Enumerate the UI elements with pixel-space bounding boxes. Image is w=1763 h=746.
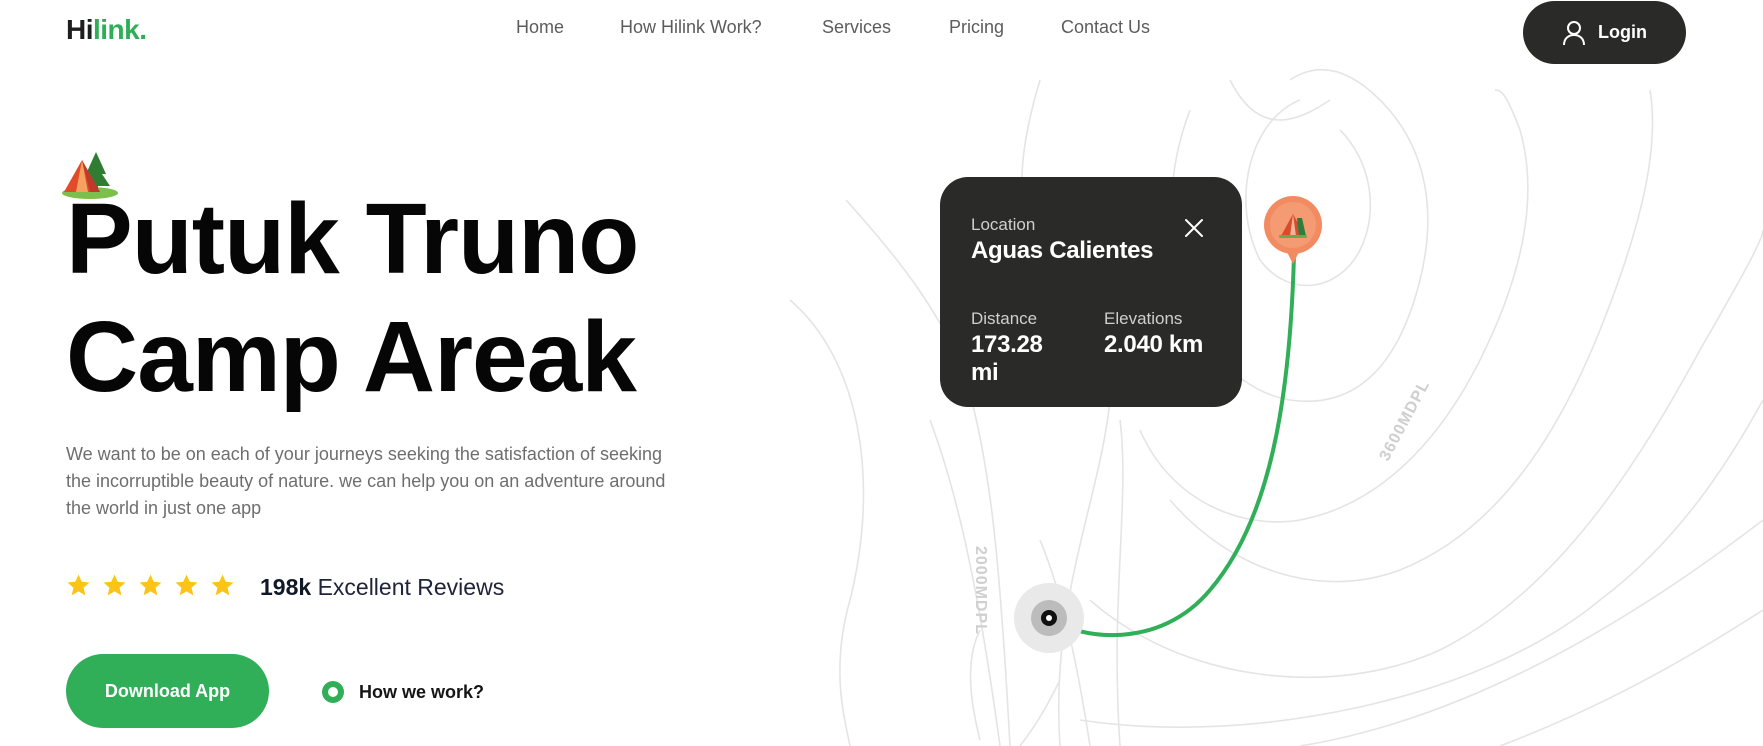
logo-text-link: link. <box>93 14 147 45</box>
logo-text-hi: Hi <box>66 14 94 45</box>
star-icon <box>175 574 198 596</box>
nav-item-contact-us[interactable]: Contact Us <box>1061 17 1150 38</box>
nav-item-services[interactable]: Services <box>822 17 891 38</box>
login-button[interactable]: Login <box>1523 1 1686 64</box>
rating-stars <box>66 573 235 598</box>
reviews-count: 198k <box>260 574 312 600</box>
brand-logo[interactable]: Hilink. <box>66 14 147 46</box>
star-icon <box>139 574 162 596</box>
nav-item-pricing[interactable]: Pricing <box>949 17 1004 38</box>
user-icon <box>1563 20 1585 45</box>
contour-label-2000: 2000MDPL <box>972 546 989 635</box>
location-info-card: Location Aguas Calientes Distance 173.28… <box>940 177 1242 407</box>
reviews-summary: 198k Excellent Reviews <box>260 574 504 601</box>
contour-label-3600: 3600MDPL <box>1377 377 1434 463</box>
destination-pin[interactable] <box>1264 196 1322 264</box>
nav-item-home[interactable]: Home <box>516 17 564 38</box>
nav-item-how-it-works[interactable]: How Hilink Work? <box>620 17 762 38</box>
distance-label: Distance <box>971 309 1038 328</box>
hero-title: Putuk Truno Camp Areak <box>66 180 639 416</box>
elevation-label: Elevations <box>1104 309 1183 328</box>
hero-description: We want to be on each of your journeys s… <box>66 444 666 518</box>
how-we-work-link[interactable]: How we work? <box>321 680 484 704</box>
star-icon <box>211 574 234 596</box>
hero-title-line-1: Putuk Truno <box>66 183 639 295</box>
elevation-value: 2.040 km <box>1104 331 1204 358</box>
how-we-work-label: How we work? <box>359 681 485 702</box>
close-icon[interactable] <box>1183 217 1205 239</box>
login-label: Login <box>1598 22 1647 42</box>
location-label: Location <box>971 215 1036 234</box>
reviews-label: Excellent Reviews <box>317 574 505 600</box>
hero-title-line-2: Camp Areak <box>66 301 637 413</box>
play-circle-icon <box>322 681 344 703</box>
download-app-button[interactable]: Download App <box>66 654 269 728</box>
star-icon <box>67 574 90 596</box>
start-point-marker[interactable] <box>1014 583 1084 653</box>
contour-lines <box>789 68 1763 746</box>
distance-value: 173.28 mi <box>971 331 1043 386</box>
location-value: Aguas Calientes <box>971 237 1154 264</box>
star-icon <box>103 574 126 596</box>
